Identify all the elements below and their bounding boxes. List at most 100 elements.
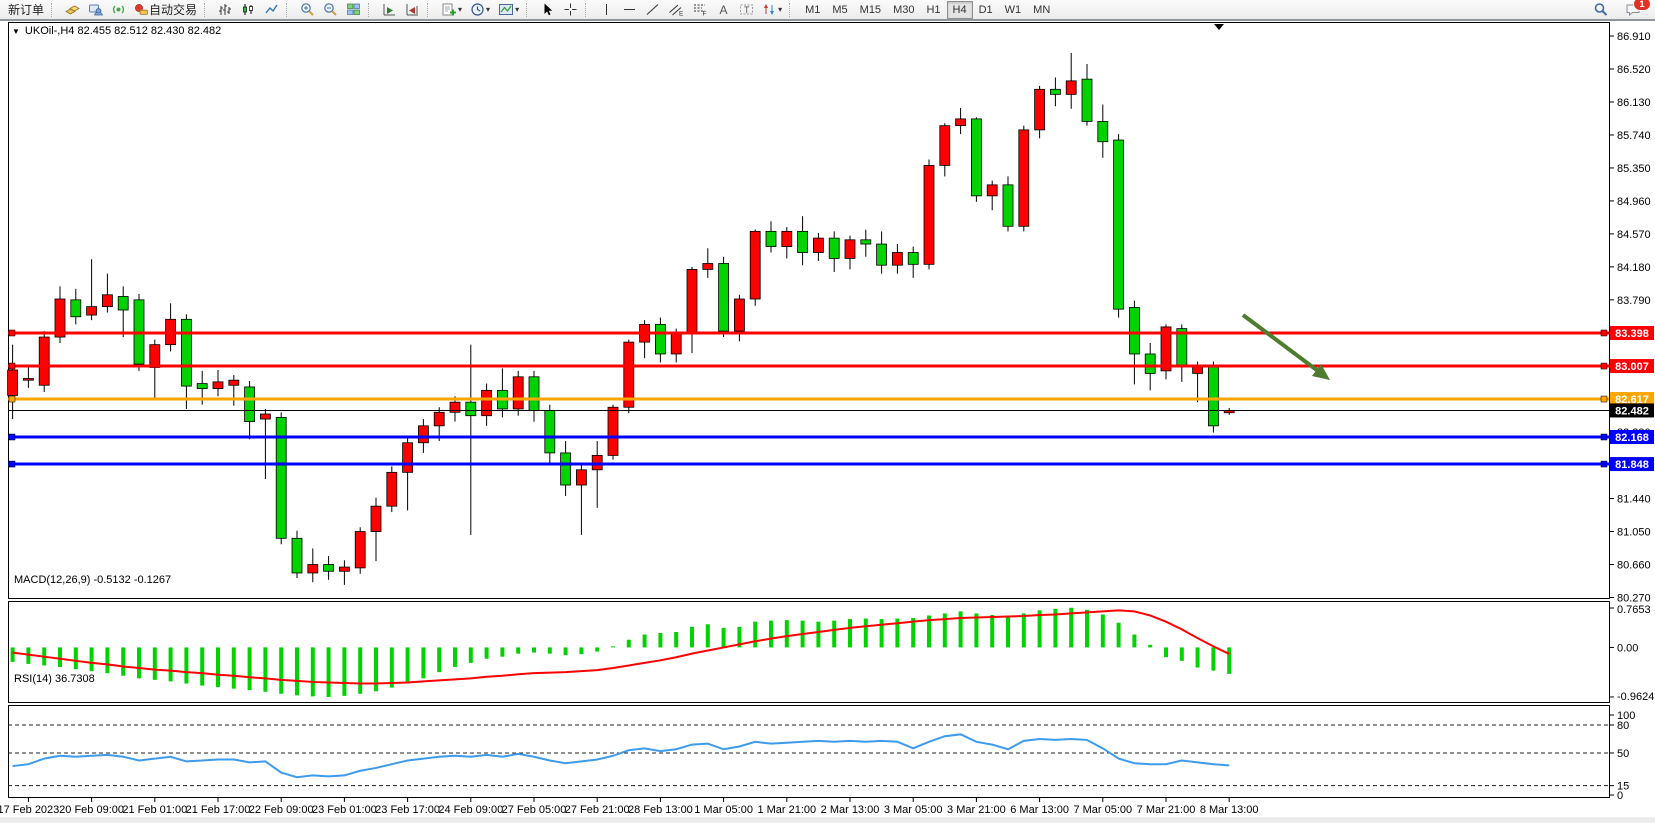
chart-shift-icon [405,2,420,17]
vertical-line-button[interactable] [595,0,618,20]
timeframe-m30[interactable]: M30 [887,1,920,19]
bar-chart-button[interactable] [214,0,237,20]
new-order-label: 新订单 [8,1,44,18]
trendline-button[interactable] [641,0,664,20]
main-toolbar: 新订单 自动交易 ▾ ▾ [0,0,1655,20]
candle-body [181,319,191,386]
zoom-out-icon [323,2,338,17]
chevron-down-icon: ▾ [515,6,519,14]
candle-body [940,126,950,166]
timeframe-mn[interactable]: MN [1027,1,1056,19]
svg-text:T: T [744,5,750,15]
time-tick-label: 6 Mar 13:00 [1010,804,1069,816]
timeframe-m1[interactable]: M1 [799,1,826,19]
candle-body [434,412,444,426]
price-chart[interactable]: 86.91086.52086.13085.74085.35084.96084.5… [0,0,1655,823]
equidistant-channel-button[interactable]: E [664,0,688,20]
timeframe-m15[interactable]: M15 [854,1,887,19]
tile-windows-button[interactable] [342,0,365,20]
text-icon: A [716,2,731,17]
auto-scroll-icon [382,2,397,17]
timeframe-d1[interactable]: D1 [973,1,999,19]
candle-body [766,231,776,246]
tile-windows-icon [346,2,361,17]
candle-body [655,324,665,354]
arrows-button[interactable]: ▾ [758,0,786,20]
time-tick-label: 22 Feb 09:00 [249,804,314,816]
timeframe-h1[interactable]: H1 [920,1,946,19]
candle-body [482,390,492,415]
candle-body [1082,79,1092,121]
candle-body [1035,89,1045,130]
candle-body [1050,89,1060,94]
horizontal-line-icon [622,2,637,17]
cursor-button[interactable] [536,0,559,20]
fibonacci-icon: F [692,2,708,17]
candle-body [576,470,586,485]
new-chart-button[interactable]: ▾ [437,0,466,20]
zoom-in-button[interactable] [296,0,319,20]
candle [608,405,618,460]
templates-button[interactable]: ▾ [494,0,523,20]
candle [513,371,523,416]
price-tick-label: 84.960 [1617,196,1651,208]
auto-trading-icon [134,2,149,17]
line-chart-button[interactable] [260,0,283,20]
macd-tick-label: 0.00 [1617,642,1638,654]
candle-body [924,165,934,264]
auto-trading-button[interactable]: 自动交易 [130,0,201,20]
time-tick-label: 27 Feb 05:00 [502,804,567,816]
search-button[interactable] [1589,0,1613,20]
candle-body [229,380,239,385]
candle-body [908,253,918,265]
candle [719,257,729,337]
price-tick-label: 81.050 [1617,527,1651,539]
toolbar-separator [789,3,795,17]
candle-body [1003,185,1013,226]
periods-button[interactable]: ▾ [466,0,494,20]
market-watch-button[interactable] [61,0,84,20]
collapse-icon[interactable]: ▼ [12,27,20,36]
candle-body [324,565,334,572]
toolbar-separator [368,3,374,17]
price-tick-label: 84.570 [1617,229,1651,241]
candle-body [466,402,476,416]
toolbar-separator [204,3,210,17]
candlestick-chart-button[interactable] [237,0,260,20]
candle-body [1145,354,1155,373]
candle-body [892,253,902,266]
zoom-out-button[interactable] [319,0,342,20]
time-tick-label: 20 Feb 09:00 [59,804,124,816]
candle-body [798,231,808,252]
horizontal-line-button[interactable] [618,0,641,20]
signals-button[interactable] [107,0,130,20]
new-order-button[interactable]: 新订单 [4,0,48,20]
time-tick-label: 3 Mar 05:00 [884,804,943,816]
timeframe-h4[interactable]: H4 [947,1,973,19]
svg-text:F: F [703,11,707,18]
price-tick-label: 83.790 [1617,295,1651,307]
price-level-box-label: 81.848 [1615,459,1649,471]
fibonacci-button[interactable]: F [688,0,712,20]
text-label-button[interactable]: T [735,0,758,20]
accounts-button[interactable] [84,0,107,20]
candle-body [339,567,349,571]
time-tick-label: 24 Feb 09:00 [438,804,503,816]
auto-trading-label: 自动交易 [149,1,197,18]
timeframe-m5[interactable]: M5 [826,1,853,19]
candle-body [513,377,523,409]
timeframe-w1[interactable]: W1 [999,1,1028,19]
crosshair-button[interactable] [559,0,582,20]
candle-body [561,453,571,485]
candle-body [355,532,365,568]
line-handle [9,434,15,440]
toolbar-separator [526,3,532,17]
new-chart-icon [441,2,457,17]
candle [276,412,286,544]
chart-shift-button[interactable] [401,0,424,20]
time-tick-label: 21 Feb 01:00 [122,804,187,816]
notifications-button[interactable]: 1 [1621,0,1645,20]
auto-scroll-button[interactable] [378,0,401,20]
text-button[interactable]: A [712,0,735,20]
time-tick-label: 8 Mar 13:00 [1200,804,1259,816]
